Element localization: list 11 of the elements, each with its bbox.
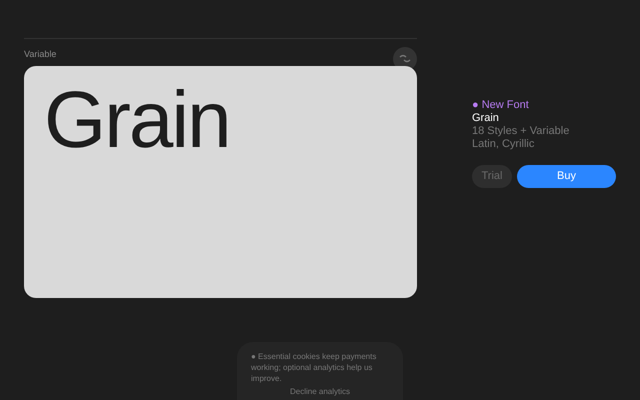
section-label: Variable — [24, 48, 56, 61]
buy-button[interactable]: Buy — [517, 165, 616, 188]
styles-text: 18 Styles + Variable — [472, 125, 570, 138]
new-font-label: ● New Font — [472, 99, 530, 112]
cookie-message: ● Essential cookies keep payments working; optional analytics help us improve. — [251, 351, 378, 384]
trial-button[interactable]: Trial — [472, 165, 512, 188]
decline-analytics-button[interactable]: Decline analytics — [290, 387, 350, 397]
glyph-icon — [399, 54, 411, 64]
font-name: Grain — [472, 112, 500, 125]
scripts-text: Latin, Cyrillic — [472, 138, 536, 151]
specimen-text: Grain — [44, 75, 230, 164]
